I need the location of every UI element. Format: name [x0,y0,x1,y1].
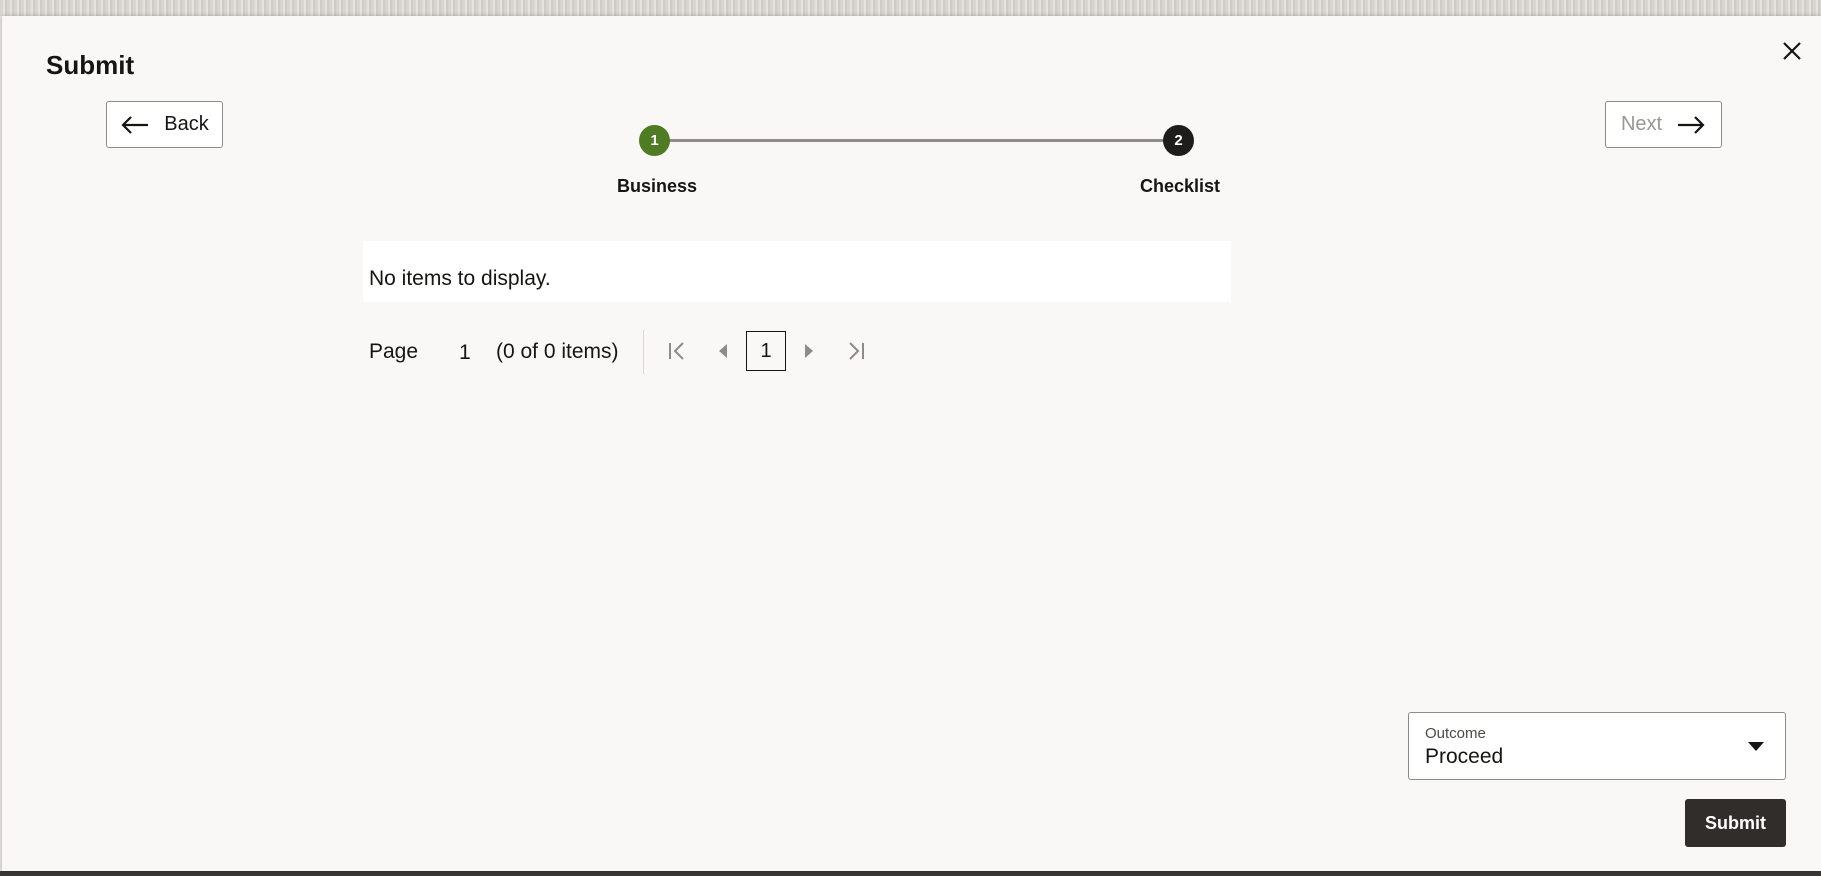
step-label-checklist: Checklist [1140,176,1221,196]
back-button-label: Back [164,113,209,135]
first-page-button[interactable] [660,334,694,368]
close-icon [1783,42,1801,60]
dialog-title: Submit [46,50,135,80]
pagination-divider [643,330,644,374]
train-stepper: 1 2 Business Checklist [614,120,1224,220]
arrow-right-icon [1678,115,1705,134]
last-page-icon [849,342,864,360]
next-page-button[interactable] [792,334,826,368]
outcome-select[interactable]: Outcome Proceed [1408,712,1786,780]
next-page-icon [805,344,813,358]
step-number: 2 [1174,132,1183,149]
pagination: Page 1 (0 of 0 items) 1 [363,330,883,374]
page-value: 1 [459,341,471,364]
previous-page-button[interactable] [706,334,740,368]
current-page-button[interactable]: 1 [746,331,786,371]
outcome-value: Proceed [1425,745,1504,768]
step-business[interactable]: 1 [639,125,670,156]
next-button-label: Next [1620,113,1663,135]
empty-message: No items to display. [369,267,551,290]
arrow-left-icon [121,115,149,134]
last-page-button[interactable] [839,334,873,368]
step-label-business: Business [617,176,698,196]
step-checklist[interactable]: 2 [1163,125,1194,156]
page-label: Page [369,340,419,363]
submit-dialog: Submit Back Next 1 2 Business Checklist … [2,16,1821,871]
items-summary: (0 of 0 items) [496,340,619,363]
dropdown-caret-icon [1748,742,1764,751]
first-page-icon [669,342,684,360]
next-button[interactable]: Next [1605,101,1722,148]
back-button[interactable]: Back [106,101,223,148]
close-button[interactable] [1777,36,1807,66]
stepper-connector [656,139,1182,142]
submit-button[interactable]: Submit [1685,799,1786,847]
background-page-edge [0,871,1821,876]
outcome-label: Outcome [1425,725,1486,742]
checklist-table: No items to display. [363,241,1231,302]
background-page [0,0,1821,16]
previous-page-icon [719,344,727,358]
step-number: 1 [650,132,659,149]
